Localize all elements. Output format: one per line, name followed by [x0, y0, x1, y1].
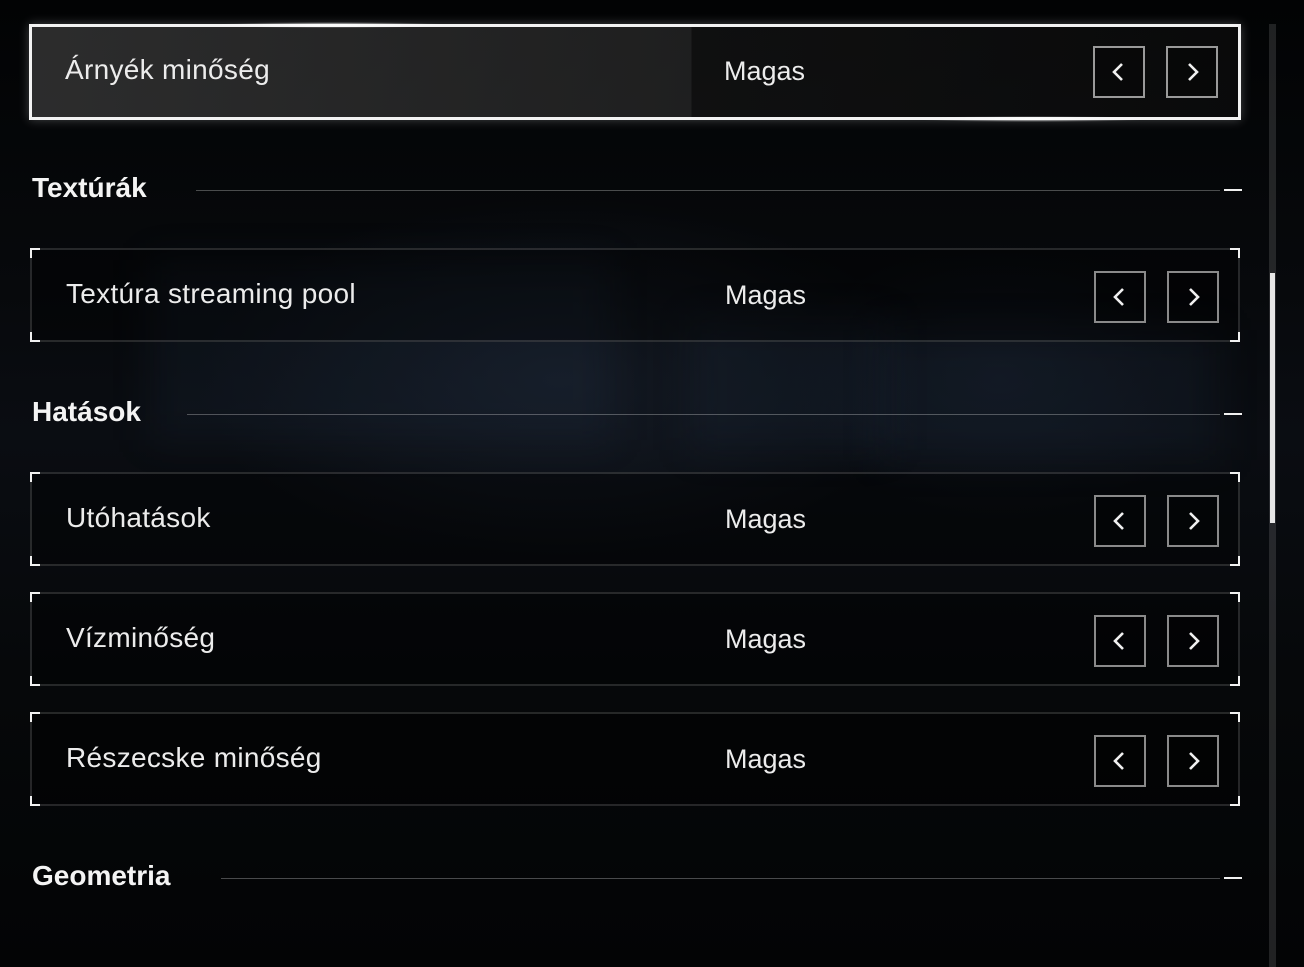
corner-marker: [30, 332, 40, 342]
setting-label: Vízminőség: [66, 622, 216, 653]
setting-value: Magas: [725, 504, 807, 534]
collapse-icon[interactable]: [1224, 877, 1242, 879]
section-title: Textúrák: [32, 172, 147, 203]
setting-row-particle-quality[interactable]: Részecske minőség Magas: [30, 712, 1240, 806]
section-title: Geometria: [32, 860, 171, 891]
setting-value: Magas: [724, 56, 806, 86]
corner-marker: [30, 712, 40, 722]
corner-marker: [1230, 472, 1240, 482]
next-option-button[interactable]: [1167, 271, 1219, 323]
setting-label: Textúra streaming pool: [66, 278, 356, 309]
corner-marker: [30, 556, 40, 566]
previous-option-button[interactable]: [1093, 46, 1145, 98]
scrollbar-thumb[interactable]: [1270, 273, 1275, 523]
section-title: Hatások: [32, 396, 141, 427]
section-header-geometry: Geometria: [32, 860, 1242, 900]
setting-row-shadow-quality[interactable]: Árnyék minőség Magas: [29, 22, 1241, 122]
next-option-button[interactable]: [1167, 615, 1219, 667]
setting-value: Magas: [725, 624, 807, 654]
chevron-left-icon: [1112, 63, 1123, 81]
previous-option-button[interactable]: [1094, 615, 1146, 667]
chevron-left-icon: [1113, 752, 1124, 770]
setting-label: Részecske minőség: [66, 742, 322, 773]
corner-marker: [1230, 332, 1240, 342]
chevron-right-icon: [1189, 752, 1200, 770]
corner-marker: [1230, 796, 1240, 806]
previous-option-button[interactable]: [1094, 735, 1146, 787]
chevron-left-icon: [1113, 512, 1124, 530]
corner-marker: [30, 796, 40, 806]
previous-option-button[interactable]: [1094, 495, 1146, 547]
setting-value: Magas: [725, 280, 807, 310]
setting-label: Árnyék minőség: [65, 54, 270, 85]
chevron-right-icon: [1188, 63, 1199, 81]
background-blur: [880, 330, 1220, 460]
corner-marker: [1230, 556, 1240, 566]
section-divider: [187, 414, 1220, 415]
corner-marker: [30, 676, 40, 686]
setting-row-texture-streaming-pool[interactable]: Textúra streaming pool Magas: [30, 248, 1240, 342]
section-header-textures: Textúrák: [32, 172, 1242, 212]
next-option-button[interactable]: [1166, 46, 1218, 98]
setting-value: Magas: [725, 744, 807, 774]
setting-row-water-quality[interactable]: Vízminőség Magas: [30, 592, 1240, 686]
corner-marker: [1230, 676, 1240, 686]
section-divider: [196, 190, 1220, 191]
chevron-left-icon: [1113, 632, 1124, 650]
section-divider: [221, 878, 1220, 879]
corner-marker: [30, 472, 40, 482]
collapse-icon[interactable]: [1224, 413, 1242, 415]
setting-label: Utóhatások: [66, 502, 211, 533]
corner-marker: [1230, 248, 1240, 258]
chevron-right-icon: [1189, 632, 1200, 650]
setting-row-post-effects[interactable]: Utóhatások Magas: [30, 472, 1240, 566]
chevron-right-icon: [1189, 512, 1200, 530]
corner-marker: [1230, 592, 1240, 602]
next-option-button[interactable]: [1167, 495, 1219, 547]
previous-option-button[interactable]: [1094, 271, 1146, 323]
corner-marker: [30, 592, 40, 602]
section-header-effects: Hatások: [32, 396, 1242, 436]
collapse-icon[interactable]: [1224, 189, 1242, 191]
corner-marker: [1230, 712, 1240, 722]
next-option-button[interactable]: [1167, 735, 1219, 787]
chevron-left-icon: [1113, 288, 1124, 306]
chevron-right-icon: [1189, 288, 1200, 306]
corner-marker: [30, 248, 40, 258]
settings-screen: Árnyék minőség Magas Textúrák Textúra st…: [0, 0, 1304, 967]
